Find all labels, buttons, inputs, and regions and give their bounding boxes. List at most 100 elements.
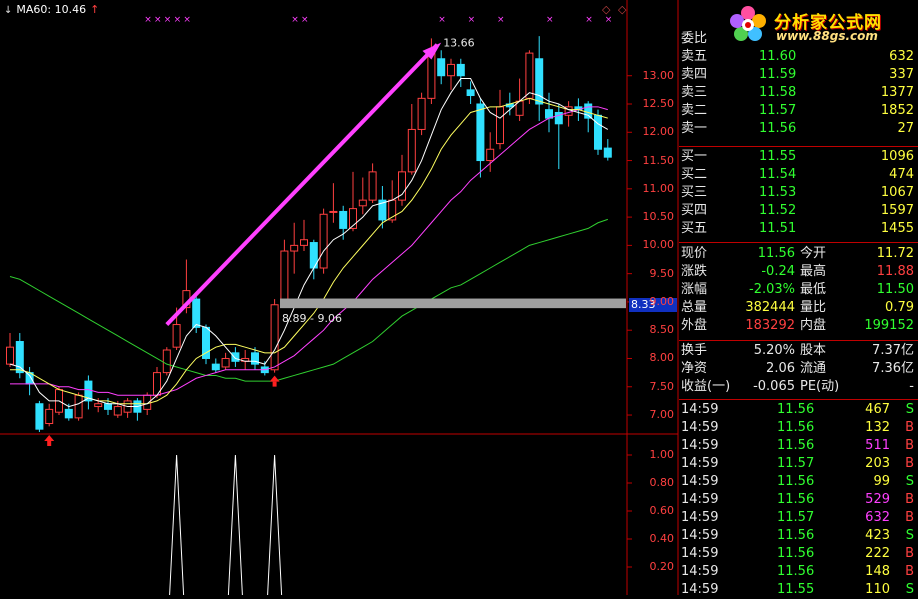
quote-value: 11.50 (876, 282, 914, 297)
tick-time: 14:59 (681, 492, 719, 507)
candle-body (447, 63, 455, 77)
moving-average-lines (9, 78, 609, 408)
quote-label: 今开 (800, 246, 827, 261)
candle-body (594, 114, 602, 150)
signal-peak (227, 454, 243, 595)
tick-row: 14:59 11.57 632 B (679, 509, 918, 527)
bid-volume: 1096 (880, 149, 914, 164)
signal-tick-label: 0.20 (649, 560, 675, 573)
tick-row: 14:59 11.56 222 B (679, 545, 918, 563)
candle-body (280, 250, 289, 306)
candle-body (466, 89, 475, 97)
trend-arrow (165, 43, 439, 326)
ask-price: 11.57 (759, 103, 797, 118)
bid-row: 买五 11.51 1455 (679, 220, 918, 238)
candle-body (545, 109, 553, 119)
tick-row: 14:59 11.56 132 B (679, 419, 918, 437)
divider (679, 146, 918, 147)
bid-price: 11.51 (759, 221, 797, 236)
ask-label: 卖五 (681, 49, 708, 64)
candle-body (270, 304, 279, 371)
fundamental-value: 5.20% (753, 343, 795, 358)
tick-side: S (905, 582, 914, 597)
diamond-icon[interactable]: ◇ (602, 3, 610, 16)
price-tick-label: 9.50 (649, 266, 675, 280)
tick-side: B (905, 438, 914, 453)
price-tick-label: 12.50 (642, 97, 675, 110)
peak-label: 13.66 (443, 36, 475, 49)
divider (679, 340, 918, 341)
tick-list[interactable]: 14:59 11.56 467 S 14:59 11.56 132 B 14:59 11.56 51… (679, 401, 918, 599)
tick-volume: 99 (873, 474, 890, 489)
bid-label: 买三 (681, 185, 708, 200)
tick-side: B (905, 510, 914, 525)
down-arrow-icon[interactable]: ↓ (4, 5, 12, 16)
tick-side: S (905, 474, 914, 489)
candle-body (231, 352, 240, 362)
diamond-icon[interactable]: ◇ (618, 3, 626, 16)
candle-body (368, 171, 377, 201)
candle-body (162, 349, 171, 374)
tick-volume: 132 (865, 420, 890, 435)
tick-side: B (905, 546, 914, 561)
tick-price: 11.56 (777, 528, 815, 543)
tick-volume: 423 (865, 528, 890, 543)
ma5-line (9, 78, 609, 408)
quote-value: 183292 (745, 318, 795, 333)
signal-mark-icon: × (546, 15, 554, 25)
tick-time: 14:59 (681, 546, 719, 561)
chart-axes (0, 0, 679, 595)
ask-row: 卖四 11.59 337 (679, 66, 918, 84)
bid-row: 买二 11.54 474 (679, 166, 918, 184)
price-tick-label: 12.00 (642, 125, 675, 139)
tick-price: 11.56 (777, 564, 815, 579)
divider (679, 242, 918, 243)
ask-label: 卖一 (681, 121, 708, 136)
tick-side: S (905, 528, 914, 543)
bid-label: 买四 (681, 203, 708, 218)
buy-arrow-icon (269, 375, 280, 382)
price-tick-label: 7.00 (649, 408, 675, 422)
up-arrow-icon[interactable]: ↑ (90, 3, 99, 16)
quote-value: 11.72 (876, 246, 914, 261)
signal-tick-label: 0.80 (649, 476, 675, 489)
candle-body (172, 324, 181, 348)
signal-peak (169, 454, 185, 595)
candle-body (221, 357, 230, 368)
ask-volume: 1852 (880, 103, 914, 118)
fundamental-value: -0.065 (753, 379, 795, 394)
candle-body (437, 58, 446, 77)
tick-volume: 203 (865, 456, 890, 471)
tick-side: B (905, 564, 914, 579)
bid-price: 11.52 (759, 203, 797, 218)
ask-price: 11.58 (759, 85, 797, 100)
tick-time: 14:59 (681, 438, 719, 453)
quote-label: 最低 (800, 282, 827, 297)
bid-price: 11.53 (759, 185, 797, 200)
tick-price: 11.56 (777, 546, 815, 561)
candle-body (143, 394, 152, 410)
candle-body (584, 103, 593, 119)
quote-value: -0.24 (761, 264, 795, 279)
quote-label: 最高 (800, 264, 827, 279)
tick-row: 14:59 11.55 110 S (679, 581, 918, 599)
bid-volume: 474 (889, 167, 914, 182)
tick-price: 11.56 (777, 402, 815, 417)
ask-volume: 632 (889, 49, 914, 64)
candle-body (45, 408, 54, 425)
ask-label: 卖三 (681, 85, 708, 100)
bid-volume: 1597 (880, 203, 914, 218)
ask-price: 11.56 (759, 121, 797, 136)
tick-row: 14:59 11.56 423 S (679, 527, 918, 545)
candle-body (104, 403, 112, 410)
ask-row: 卖三 11.58 1377 (679, 84, 918, 102)
candle-body (358, 199, 367, 207)
tick-volume: 529 (865, 492, 890, 507)
fundamental-label: 净资 (681, 361, 708, 376)
ask-label: 卖二 (681, 103, 708, 118)
signal-mark-icon: × (164, 15, 172, 25)
candle-body (456, 63, 465, 77)
fundamental-label: 收益(一) (681, 379, 731, 394)
tick-side: B (905, 420, 914, 435)
candle-body (15, 341, 24, 374)
